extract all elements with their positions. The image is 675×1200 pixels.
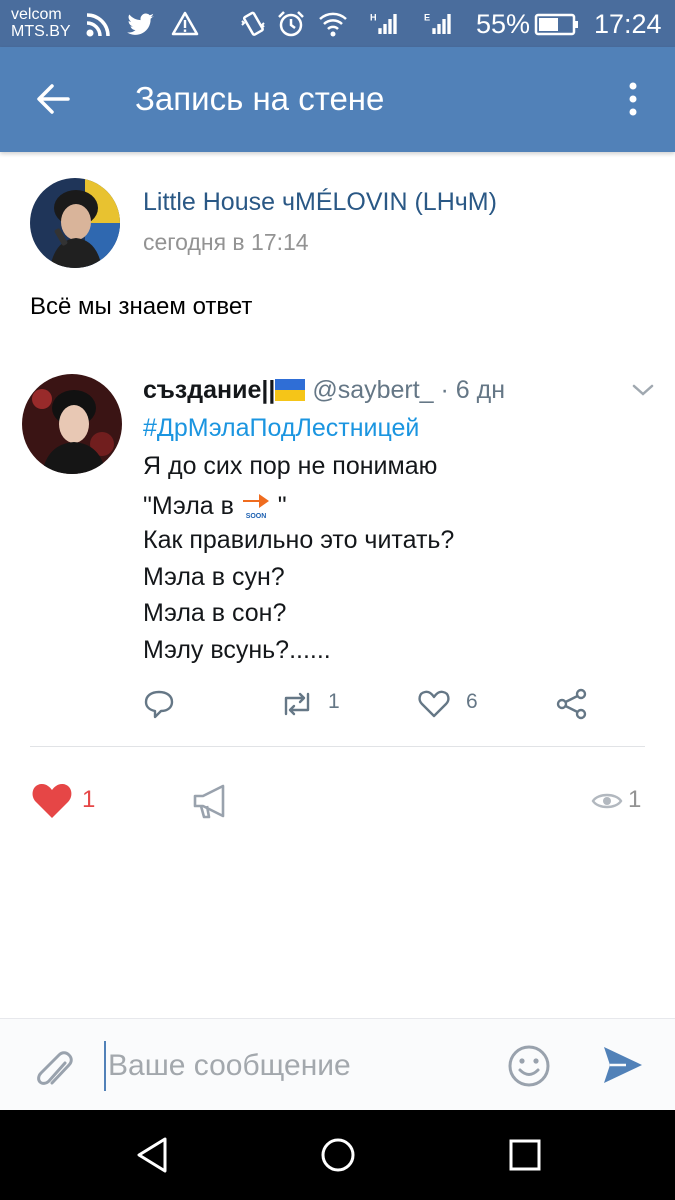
message-input[interactable] [104,1041,484,1091]
back-arrow-icon[interactable] [28,77,78,121]
reply-icon[interactable] [143,684,175,724]
heart-outline-icon[interactable] [417,684,451,724]
tweet-user-name: създание|| [143,376,276,404]
post-time: сегодня в 17:14 [143,229,309,255]
status-bar: velcom MTS.BY H E 55% 17:24 [0,0,675,47]
tweet-line-6: Мэлу всунь?...... [143,636,331,664]
battery-percent: 55% [476,9,531,39]
tweet-hashtag[interactable]: #ДрМэлаПодЛестницей [143,412,419,444]
signal-h-icon: H [370,13,397,34]
share-icon[interactable] [555,684,589,724]
tweet-handle-time: @saybert_ · 6 дн [305,376,506,404]
tweet-line-4: Мэла в сун? [143,563,285,591]
navigation-bar [0,1110,675,1200]
author-avatar[interactable] [30,178,120,268]
like-heart-icon[interactable] [30,780,74,820]
more-vertical-icon[interactable] [615,77,651,121]
warning-icon [171,11,199,36]
tweet-header: създание|| @saybert_ · 6 дн [143,374,505,406]
battery-icon [534,13,578,36]
author-name[interactable]: Little House чMÉLOVIN (LHчM) [143,188,497,217]
clock: 17:24 [594,9,662,39]
signal-e-icon: E [424,13,451,34]
twitter-icon [127,13,154,35]
retweet-icon[interactable] [278,684,316,724]
tweet-line-2: "Мэла в SOON " [143,488,287,522]
toolbar: Запись на стене [0,47,675,152]
tweet-like-count: 6 [466,690,478,713]
screen: velcom MTS.BY H E 55% 17:24 Запись на ст… [0,0,675,1200]
rss-icon [86,13,110,37]
post-text: Всё мы знаем ответ [30,293,253,320]
carrier-line-1: velcom [11,6,62,23]
tweet-line-5: Мэла в сон? [143,599,287,627]
alarm-icon [278,11,304,37]
ukraine-flag-icon [275,379,306,401]
tweet-line-2-end: " [270,492,287,520]
svg-text:E: E [424,13,430,23]
nav-back-icon[interactable] [133,1135,173,1175]
soon-label: SOON [246,513,267,520]
wifi-icon [319,12,347,37]
carrier-line-2: MTS.BY [11,23,71,40]
smiley-icon[interactable] [506,1043,552,1089]
retweet-count: 1 [328,690,340,713]
nav-recents-icon[interactable] [505,1135,545,1175]
tweet-line-3: Как правильно это читать? [143,526,455,554]
like-count: 1 [82,786,96,813]
soon-arrow-icon: SOON [241,488,271,520]
send-icon[interactable] [600,1043,644,1087]
nav-home-icon[interactable] [318,1135,358,1175]
tweet-actions: 1 6 [0,684,675,724]
paperclip-icon[interactable] [30,1043,78,1091]
vibrate-icon [241,11,265,36]
eye-icon [591,793,623,809]
megaphone-icon[interactable] [189,781,233,821]
page-title: Запись на стене [135,80,385,117]
tweet-line-2-start: "Мэла в [143,492,241,520]
svg-text:H: H [370,13,377,23]
carrier-label: velcom MTS.BY [11,6,71,40]
divider [30,746,645,747]
message-composer [0,1018,675,1110]
chevron-down-icon[interactable] [630,378,656,402]
tweet-line-1: Я до сих пор не понимаю [143,452,438,480]
tweet-author-avatar [22,374,122,474]
views-count: 1 [628,786,642,813]
